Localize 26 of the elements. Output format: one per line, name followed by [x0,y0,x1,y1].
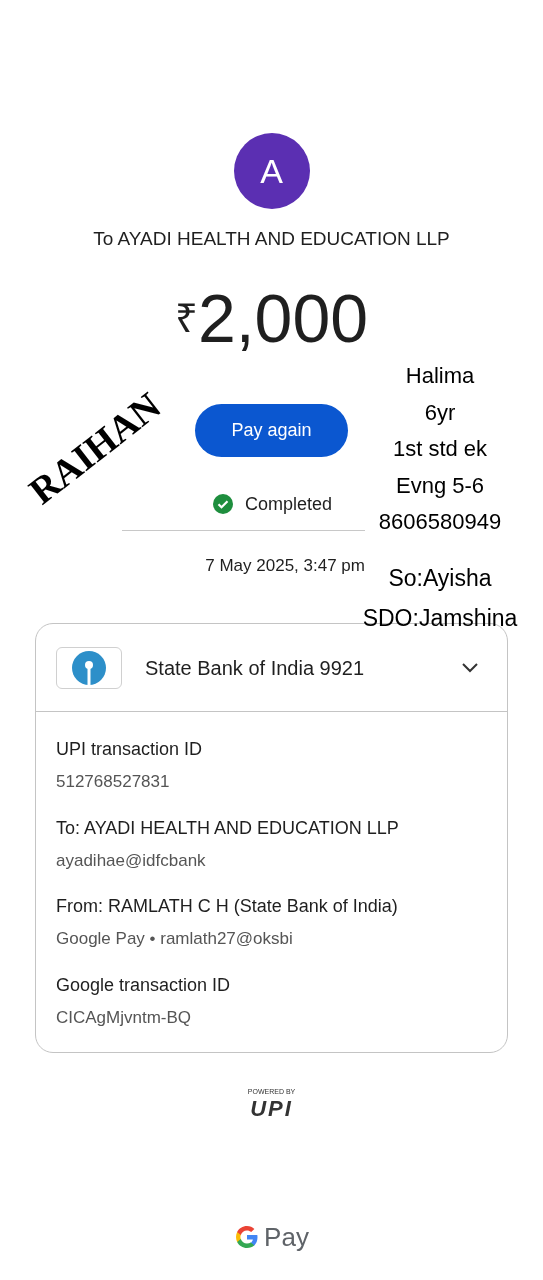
note-line: Halima [405,362,475,390]
transaction-date: 7 May 2025, 3:47 pm [205,554,365,577]
note-line: Evng 5-6 [395,471,485,500]
bank-account-name: State Bank of India 9921 [145,655,366,681]
amount: ₹2,000 [174,283,369,352]
bank-logo-icon [56,646,122,689]
recipient-name: To AYADI HEALTH AND EDUCATION LLP [93,227,450,251]
note-line: 6yr [424,398,456,427]
note-line: So:Ayisha [388,564,492,593]
detail-value: 512768527831 [56,771,171,793]
detail-label: UPI transaction ID [56,738,204,761]
status-label: Completed [244,492,332,516]
note-line: 8606580949 [378,508,502,537]
pay-again-button[interactable]: Pay again [195,403,348,457]
chevron-down-icon[interactable] [461,661,479,674]
upi-logo: UPI [250,1097,293,1120]
brand-name: Pay [264,1220,309,1254]
note-line: 1st std ek [392,435,488,464]
note-line: SDO:Jamshina [362,604,518,633]
detail-label: Google transaction ID [56,973,232,997]
avatar: A [233,133,310,209]
detail-value: Google Pay • ramlath27@oksbi [56,928,294,950]
detail-value: ayadihae@idfcbank [56,849,207,872]
detail-value: CICAgMjvntm-BQ [56,1006,193,1029]
detail-label: To: AYADI HEALTH AND EDUCATION LLP [56,816,400,840]
detail-label: From: RAMLATH C H (State Bank of India) [56,895,399,918]
